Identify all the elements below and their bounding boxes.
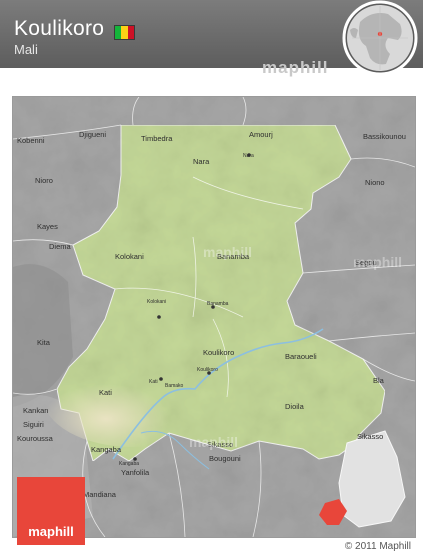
place-label-kangaba-small: Kangaba: [119, 461, 139, 467]
place-label-nara: Nara: [193, 157, 210, 166]
map-watermark-1: maphill: [203, 244, 252, 260]
place-label-kita: Kita: [37, 338, 51, 347]
place-label-dioila: Dioila: [285, 402, 305, 411]
place-label-diema: Diema: [49, 242, 72, 251]
maphill-logo-text: maphill: [28, 524, 74, 539]
place-label-kolokani: Kolokani: [115, 252, 144, 261]
page-title: Koulikoro: [14, 17, 105, 40]
copyright-text: © 2011 Maphill: [344, 541, 411, 552]
place-label-baraoueli: Baraoueli: [285, 352, 317, 361]
relief-map: Kobenni Djigueni Timbedra Amourj Bassiko…: [12, 96, 416, 538]
place-label-nara-small: Nara: [243, 153, 254, 159]
place-label-kobenni: Kobenni: [17, 136, 45, 145]
place-label-koulikoro-small: Koulikoro: [197, 367, 218, 373]
place-label-kouroussa: Kouroussa: [17, 434, 54, 443]
place-label-siguiri: Siguiri: [23, 420, 44, 429]
place-label-bamako: Bamako: [165, 383, 184, 389]
place-label-amourj: Amourj: [249, 130, 273, 139]
bamako-marker: [159, 377, 163, 381]
place-label-mandiana: Mandiana: [83, 490, 117, 499]
maphill-logo[interactable]: maphill: [17, 477, 85, 545]
place-label-timbedra: Timbedra: [141, 134, 173, 143]
country-subtitle: Mali: [14, 42, 38, 57]
map-watermark-2: maphill: [353, 254, 402, 270]
place-label-niono: Niono: [365, 178, 385, 187]
place-label-koulikoro: Koulikoro: [203, 348, 234, 357]
globe-locator-icon: [342, 0, 418, 80]
watermark-text: maphill: [262, 58, 329, 77]
kolokani-marker: [157, 315, 161, 319]
place-label-bougouni: Bougouni: [209, 454, 241, 463]
place-label-kati-small: Kati: [149, 379, 158, 385]
place-label-yanfolila: Yanfolila: [121, 468, 150, 477]
place-label-kankan: Kankan: [23, 406, 48, 415]
place-label-kayes: Kayes: [37, 222, 58, 231]
place-label-kati: Kati: [99, 388, 112, 397]
place-label-sikasso-east: Sikasso: [357, 432, 383, 441]
place-label-bassikounou: Bassikounou: [363, 132, 406, 141]
place-label-nioro: Nioro: [35, 176, 53, 185]
place-label-banamba-small: Banamba: [207, 301, 229, 307]
place-label-djigueni: Djigueni: [79, 130, 106, 139]
flag-stripe-red: [127, 26, 134, 39]
place-label-bla: Bla: [373, 376, 385, 385]
mali-flag-icon: [114, 25, 135, 40]
place-label-kangaba: Kangaba: [91, 445, 122, 454]
place-label-kolokani-small: Kolokani: [147, 299, 166, 305]
map-watermark-3: maphill: [189, 434, 238, 450]
